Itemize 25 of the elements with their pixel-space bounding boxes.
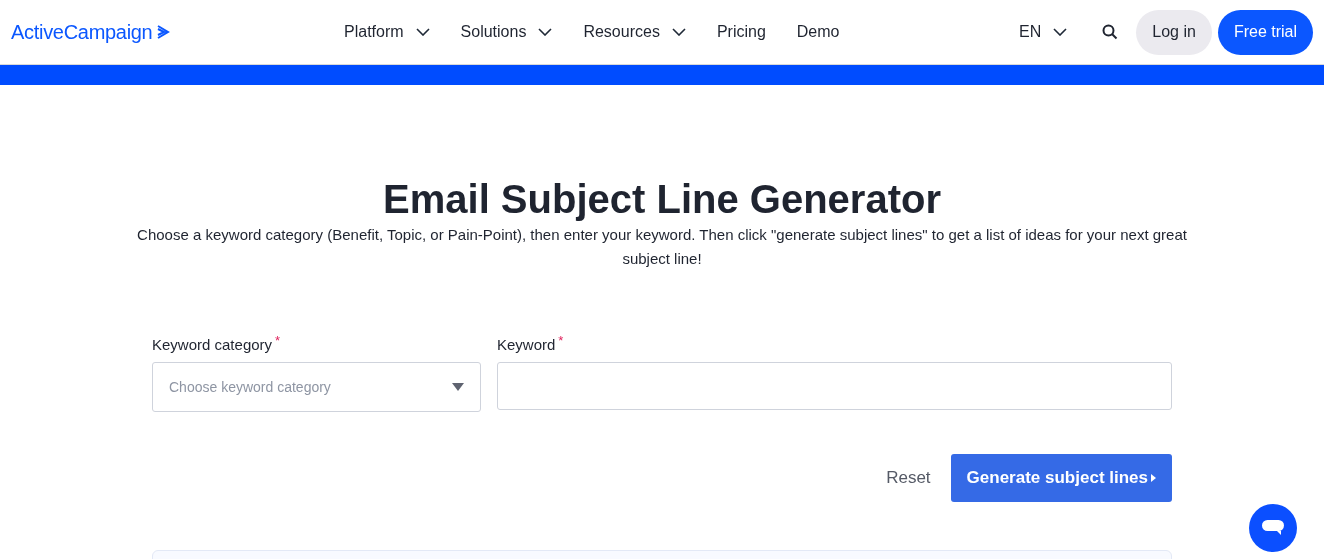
reset-button[interactable]: Reset — [886, 465, 931, 491]
nav-link[interactable]: Resources — [583, 20, 686, 44]
chat-icon — [1261, 519, 1285, 537]
logo[interactable]: ActiveCampaign — [11, 17, 153, 47]
keyword-input[interactable] — [497, 362, 1172, 410]
free-trial-button[interactable]: Free trial — [1217, 9, 1313, 55]
dropdown-triangle-icon — [452, 383, 464, 391]
required-mark: * — [275, 334, 281, 347]
logo-chevron-icon — [156, 25, 171, 39]
nav-link[interactable]: Demo — [796, 20, 840, 44]
nav-link[interactable]: Platform — [344, 20, 430, 44]
required-mark: * — [558, 334, 564, 347]
field-label: Keyword category — [152, 335, 273, 355]
description: Choose a keyword category (Benefit, Topic, or Pain-Point), then enter your keyword. Then click "generate subject lines" to get a list of ideas for your next great subject line! — [136, 225, 1188, 269]
chevron-down-icon — [1053, 28, 1068, 36]
chat-button[interactable] — [1249, 504, 1297, 552]
field-label: Keyword — [497, 335, 556, 355]
page-title: Email Subject Line Generator — [383, 177, 941, 221]
search-icon[interactable] — [1102, 24, 1119, 40]
caret-right-icon — [1151, 474, 1156, 482]
language-selector[interactable]: EN — [1019, 20, 1068, 44]
nav-link[interactable]: Pricing — [716, 20, 766, 44]
generate-button[interactable]: Generate subject lines — [950, 454, 1172, 502]
nav-link[interactable]: Solutions — [460, 20, 553, 44]
login-button[interactable]: Log in — [1136, 9, 1212, 55]
